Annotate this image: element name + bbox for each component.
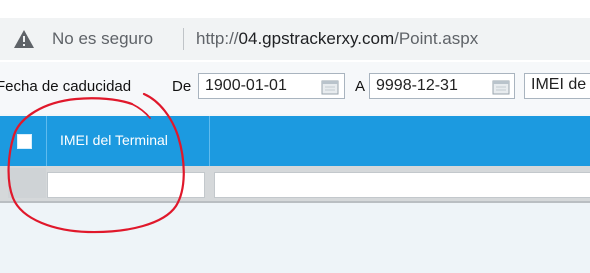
to-label: A xyxy=(355,78,366,95)
warning-icon[interactable] xyxy=(13,29,35,49)
url-path: /Point.aspx xyxy=(394,29,479,48)
expiry-date-label: Fecha de caducidad xyxy=(0,78,132,95)
imei-filter-input[interactable] xyxy=(47,172,205,198)
from-label: De xyxy=(172,78,192,95)
calendar-icon[interactable] xyxy=(321,79,339,95)
address-divider xyxy=(183,28,184,50)
row-gutter xyxy=(8,168,46,198)
calendar-icon[interactable] xyxy=(492,79,510,95)
imei-field-select[interactable]: IMEI de xyxy=(524,73,590,99)
grid-body xyxy=(0,203,590,273)
column-header-label: IMEI del Terminal xyxy=(60,132,168,148)
url-scheme: http:// xyxy=(196,29,239,48)
url-host: 04.gpstrackerxy.com xyxy=(238,29,395,48)
security-status[interactable]: No es seguro xyxy=(52,29,153,49)
url-text[interactable]: http://04.gpstrackerxy.com/Point.aspx xyxy=(196,29,478,49)
column-filter-input[interactable] xyxy=(214,172,590,198)
select-all-checkbox[interactable] xyxy=(17,134,32,149)
